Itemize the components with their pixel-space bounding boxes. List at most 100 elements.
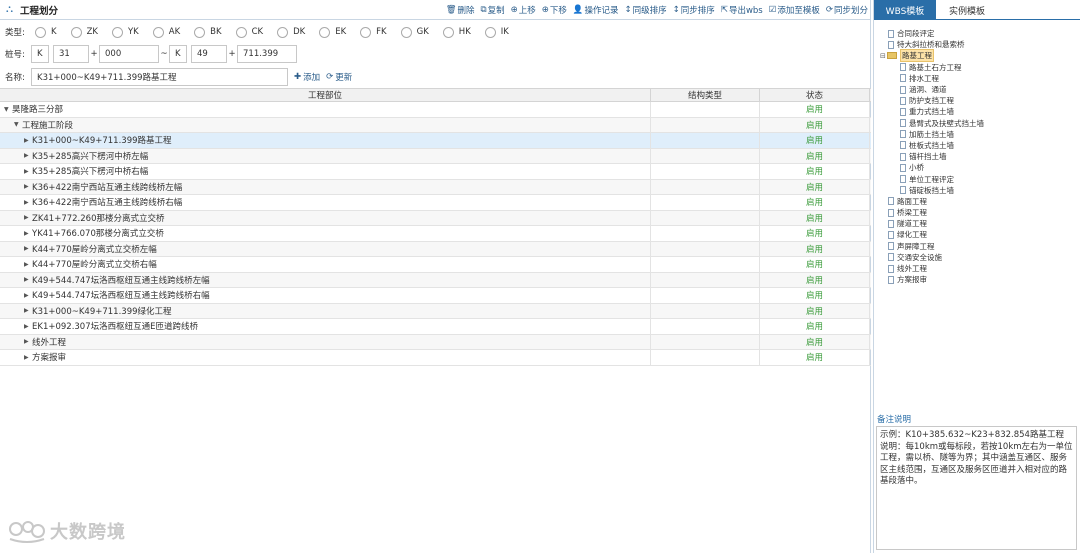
tree-node[interactable]: 重力式挡土墙	[880, 106, 1078, 117]
expanded-triangle-icon[interactable]: ▼	[14, 121, 22, 128]
type-radio-yk[interactable]: YK	[111, 26, 139, 38]
move-down-button[interactable]: ⊕ 下移	[542, 4, 567, 16]
table-row[interactable]: ▶ YK41+766.070那楼分离式立交桥 启用	[0, 226, 871, 242]
expanded-triangle-icon[interactable]: ▼	[4, 106, 12, 113]
radio-circle[interactable]	[235, 26, 247, 38]
collapsed-triangle-icon[interactable]: ▶	[24, 261, 32, 268]
tree-node[interactable]: 小桥	[880, 162, 1078, 173]
collapsed-triangle-icon[interactable]: ▶	[24, 168, 32, 175]
radio-circle[interactable]	[360, 26, 372, 38]
add-button[interactable]: ✚ 添加	[294, 71, 320, 83]
type-radio-ak[interactable]: AK	[152, 26, 180, 38]
tree-node[interactable]: 线外工程	[880, 263, 1078, 274]
type-radio-hk[interactable]: HK	[442, 26, 471, 38]
table-row[interactable]: ▶ K31+000~K49+711.399绿化工程 启用	[0, 303, 871, 319]
table-row[interactable]: ▼ 工程施工阶段 启用	[0, 117, 871, 133]
tree-node[interactable]: 悬臂式及扶壁式挡土墙	[880, 118, 1078, 129]
collapsed-triangle-icon[interactable]: ▶	[24, 152, 32, 159]
stake-m-start-input[interactable]: 000	[99, 45, 159, 63]
tree-node[interactable]: 路基土石方工程	[880, 62, 1078, 73]
collapsed-triangle-icon[interactable]: ▶	[24, 137, 32, 144]
type-radio-gk[interactable]: GK	[400, 26, 429, 38]
tree-node[interactable]: 排水工程	[880, 73, 1078, 84]
radio-circle[interactable]	[152, 26, 164, 38]
radio-circle[interactable]	[484, 26, 496, 38]
check-button[interactable]: ☑ 添加至模板	[769, 4, 820, 16]
stake-m-end-input[interactable]: 711.399	[237, 45, 297, 63]
type-radio-zk[interactable]: ZK	[70, 26, 98, 38]
table-row[interactable]: ▶ EK1+092.307坛洛西枢纽互通E匝道跨线桥 启用	[0, 319, 871, 335]
table-row[interactable]: ▶ ZK41+772.260那楼分离式立交桥 启用	[0, 210, 871, 226]
move-up-button[interactable]: ⊕ 上移	[511, 4, 536, 16]
table-row[interactable]: ▶ K49+544.747坛洛西枢纽互通主线跨线桥右幅 启用	[0, 288, 871, 304]
collapsed-triangle-icon[interactable]: ▶	[24, 183, 32, 190]
tab-wbs-template[interactable]: WBS模板	[874, 0, 936, 20]
collapsed-triangle-icon[interactable]: ▶	[24, 323, 32, 330]
type-radio-ck[interactable]: CK	[235, 26, 263, 38]
collapsed-triangle-icon[interactable]: ▶	[24, 214, 32, 221]
collapsed-triangle-icon[interactable]: ▶	[24, 292, 32, 299]
col-header-status[interactable]: 状态	[760, 89, 870, 101]
table-row[interactable]: ▶ K36+422南宁西站互通主线跨线桥左幅 启用	[0, 179, 871, 195]
tree-node[interactable]: 桥梁工程	[880, 207, 1078, 218]
stake-prefix-start-input[interactable]: K	[31, 45, 49, 63]
radio-circle[interactable]	[442, 26, 454, 38]
tab-instance-template[interactable]: 实例模板	[936, 0, 998, 20]
tree-node[interactable]: ⊟ 路基工程	[880, 49, 1078, 63]
tree-node[interactable]: 隧道工程	[880, 218, 1078, 229]
tree-node[interactable]: 合同段评定	[880, 28, 1078, 39]
radio-circle[interactable]	[111, 26, 123, 38]
tree-node[interactable]: 桩板式挡土墙	[880, 140, 1078, 151]
table-row[interactable]: ▶ K44+770屋岭分离式立交桥右幅 启用	[0, 257, 871, 273]
sync-button[interactable]: ⟳ 同步划分	[826, 4, 868, 16]
col-header-part[interactable]: 工程部位	[0, 89, 651, 101]
tree-node[interactable]: 加筋土挡土墙	[880, 129, 1078, 140]
collapsed-triangle-icon[interactable]: ▶	[24, 354, 32, 361]
type-radio-ek[interactable]: EK	[319, 26, 346, 38]
export-button[interactable]: ⇱ 导出wbs	[721, 4, 763, 16]
notes-textarea[interactable]: 示例：K10+385.632~K23+832.854路基工程 说明：每10km或…	[876, 426, 1077, 550]
tree-node[interactable]: 方案报审	[880, 274, 1078, 285]
table-row[interactable]: ▶ K44+770屋岭分离式立交桥左幅 启用	[0, 241, 871, 257]
copy-button[interactable]: ⧉ 复制	[481, 4, 505, 16]
tree-node[interactable]: 锚碇板挡土墙	[880, 185, 1078, 196]
stake-prefix-end-input[interactable]: K	[169, 45, 187, 63]
sync-sort-button[interactable]: ↕ 同步排序	[673, 4, 715, 16]
tree-node[interactable]: 声屏障工程	[880, 241, 1078, 252]
radio-circle[interactable]	[277, 26, 289, 38]
tree-node[interactable]: 涵洞、通道	[880, 84, 1078, 95]
type-radio-k[interactable]: K	[35, 26, 57, 38]
collapse-icon[interactable]: ⊟	[880, 52, 887, 60]
tree-node[interactable]: 绿化工程	[880, 229, 1078, 240]
table-row[interactable]: ▼ 昊隆路三分部 启用	[0, 102, 871, 118]
table-row[interactable]: ▶ K35+285高兴下楞河中桥右幅 启用	[0, 164, 871, 180]
collapsed-triangle-icon[interactable]: ▶	[24, 307, 32, 314]
table-row[interactable]: ▶ K49+544.747坛洛西枢纽互通主线跨线桥左幅 启用	[0, 272, 871, 288]
table-row[interactable]: ▶ K35+285高兴下楞河中桥左幅 启用	[0, 148, 871, 164]
collapsed-triangle-icon[interactable]: ▶	[24, 338, 32, 345]
radio-circle[interactable]	[319, 26, 331, 38]
update-button[interactable]: ⟳ 更新	[326, 71, 352, 83]
collapsed-triangle-icon[interactable]: ▶	[24, 199, 32, 206]
trash-button[interactable]: 🗑 删除	[446, 4, 475, 16]
tree-node[interactable]: 路面工程	[880, 196, 1078, 207]
radio-circle[interactable]	[400, 26, 412, 38]
stake-km-end-input[interactable]: 49	[191, 45, 227, 63]
sort-button[interactable]: ↕ 同级排序	[625, 4, 667, 16]
type-radio-ik[interactable]: IK	[484, 26, 509, 38]
radio-circle[interactable]	[35, 26, 46, 38]
tree-node[interactable]: 锚杆挡土墙	[880, 151, 1078, 162]
tree-node[interactable]: 单位工程评定	[880, 173, 1078, 184]
stake-km-start-input[interactable]: 31	[53, 45, 89, 63]
collapsed-triangle-icon[interactable]: ▶	[24, 245, 32, 252]
type-radio-dk[interactable]: DK	[277, 26, 305, 38]
radio-circle[interactable]	[194, 26, 206, 38]
tree-node[interactable]: 交通安全设施	[880, 252, 1078, 263]
table-row[interactable]: ▶ K36+422南宁西站互通主线跨线桥右幅 启用	[0, 195, 871, 211]
tree-node[interactable]: 防护支挡工程	[880, 95, 1078, 106]
collapsed-triangle-icon[interactable]: ▶	[24, 230, 32, 237]
radio-circle[interactable]	[70, 26, 82, 38]
col-header-structure[interactable]: 结构类型	[651, 89, 760, 101]
collapsed-triangle-icon[interactable]: ▶	[24, 276, 32, 283]
table-row[interactable]: ▶ 线外工程 启用	[0, 334, 871, 350]
